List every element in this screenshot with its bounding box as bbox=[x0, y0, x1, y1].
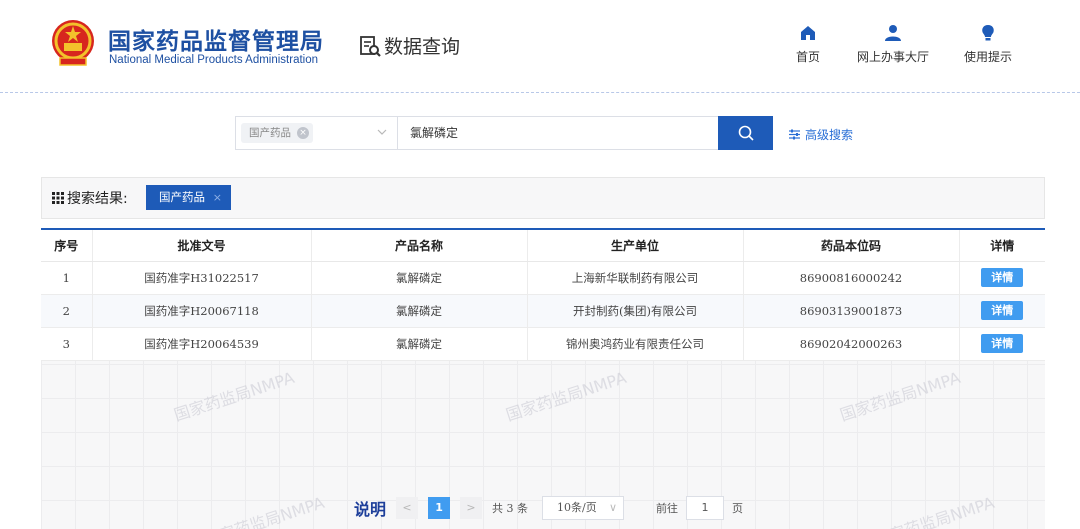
cell-detail: 详情 bbox=[959, 261, 1045, 295]
section-title: 数据查询 bbox=[358, 32, 460, 59]
cell-approval: 国药准字H31022517 bbox=[92, 261, 312, 295]
cell-detail: 详情 bbox=[959, 294, 1045, 328]
cell-no: 2 bbox=[41, 294, 93, 328]
category-tag: 国产药品 × bbox=[241, 123, 313, 143]
cell-approval: 国药准字H20064539 bbox=[92, 327, 312, 361]
results-filter-tag-label: 国产药品 bbox=[159, 190, 205, 204]
col-header-approval: 批准文号 bbox=[92, 230, 312, 262]
close-icon[interactable]: × bbox=[213, 185, 222, 210]
col-header-code: 药品本位码 bbox=[743, 230, 960, 262]
nav-usage-tips[interactable]: 使用提示 bbox=[964, 24, 1012, 65]
col-header-product: 产品名称 bbox=[311, 230, 528, 262]
next-page-button[interactable]: > bbox=[460, 497, 483, 519]
total-count: 共 3 条 bbox=[492, 502, 529, 515]
search-bar: 国产药品 × 氯解磷定 bbox=[235, 116, 773, 150]
search-icon bbox=[738, 125, 754, 141]
cell-product: 氯解磷定 bbox=[311, 294, 528, 328]
results-table: 序号 批准文号 产品名称 生产单位 药品本位码 详情 1 国药准字H310225… bbox=[41, 230, 1045, 361]
data-query-icon bbox=[360, 35, 381, 57]
cell-no: 3 bbox=[41, 327, 93, 361]
user-icon bbox=[885, 25, 901, 41]
nav-home-label: 首页 bbox=[796, 50, 821, 64]
goto-page-input[interactable]: 1 bbox=[686, 496, 725, 520]
results-title-text: 搜索结果: bbox=[67, 191, 128, 207]
cell-maker: 上海新华联制药有限公司 bbox=[527, 261, 744, 295]
nav-home[interactable]: 首页 bbox=[796, 24, 820, 65]
category-select[interactable]: 国产药品 × bbox=[235, 116, 397, 150]
results-bar: 搜索结果: 国产药品 × bbox=[41, 177, 1045, 219]
pagination-note: 说明 bbox=[354, 500, 387, 519]
watermark: 国家药监局NMPA bbox=[201, 493, 327, 529]
page-size-value: 10条/页 bbox=[557, 501, 597, 514]
nav-usage-tips-label: 使用提示 bbox=[964, 50, 1013, 64]
col-header-maker: 生产单位 bbox=[527, 230, 744, 262]
prev-page-button[interactable]: < bbox=[396, 497, 419, 519]
watermark: 国家药监局NMPA bbox=[503, 368, 629, 425]
search-button[interactable] bbox=[718, 116, 773, 150]
detail-button[interactable]: 详情 bbox=[981, 301, 1024, 320]
cell-no: 1 bbox=[41, 261, 93, 295]
cell-product: 氯解磷定 bbox=[311, 327, 528, 361]
results-title: 搜索结果: bbox=[52, 188, 128, 208]
lightbulb-icon bbox=[982, 25, 994, 41]
cell-detail: 详情 bbox=[959, 327, 1045, 361]
nav-online-hall[interactable]: 网上办事大厅 bbox=[857, 24, 929, 65]
goto-unit: 页 bbox=[732, 502, 744, 515]
chevron-down-icon[interactable] bbox=[375, 125, 389, 139]
grid-icon bbox=[52, 192, 64, 204]
col-header-detail: 详情 bbox=[959, 230, 1045, 262]
cell-maker: 锦州奥鸿药业有限责任公司 bbox=[527, 327, 744, 361]
filter-sliders-icon bbox=[789, 129, 800, 140]
header-divider bbox=[0, 92, 1080, 93]
table-row: 1 国药准字H31022517 氯解磷定 上海新华联制药有限公司 8690081… bbox=[41, 261, 1045, 295]
watermark: 国家药监局NMPA bbox=[171, 368, 297, 425]
search-input[interactable]: 氯解磷定 bbox=[397, 116, 719, 150]
national-emblem-icon bbox=[52, 20, 94, 66]
detail-button[interactable]: 详情 bbox=[981, 268, 1024, 287]
results-table-area: 国家药监局NMPA 国家药监局NMPA 国家药监局NMPA 国家药监局NMPA … bbox=[41, 228, 1045, 529]
advanced-search-label: 高级搜索 bbox=[805, 128, 854, 142]
cell-code: 86903139001873 bbox=[743, 294, 960, 328]
home-icon bbox=[801, 26, 815, 40]
org-name: 国家药品监督管理局 bbox=[108, 29, 324, 55]
page-size-select[interactable]: 10条/页 ∨ bbox=[542, 496, 625, 520]
cell-maker: 开封制药(集团)有限公司 bbox=[527, 294, 744, 328]
detail-button[interactable]: 详情 bbox=[981, 334, 1024, 353]
site-header: 国家药品监督管理局 National Medical Products Admi… bbox=[0, 0, 1080, 92]
cell-code: 86900816000242 bbox=[743, 261, 960, 295]
chevron-down-icon: ∨ bbox=[608, 501, 618, 514]
advanced-search-link[interactable]: 高级搜索 bbox=[789, 126, 853, 143]
table-row: 2 国药准字H20067118 氯解磷定 开封制药(集团)有限公司 869031… bbox=[41, 294, 1045, 328]
col-header-no: 序号 bbox=[41, 230, 93, 262]
cell-product: 氯解磷定 bbox=[311, 261, 528, 295]
nav-online-hall-label: 网上办事大厅 bbox=[857, 50, 930, 64]
goto-label: 前往 bbox=[656, 502, 679, 515]
cell-approval: 国药准字H20067118 bbox=[92, 294, 312, 328]
org-name-en: National Medical Products Administration bbox=[109, 54, 319, 66]
results-filter-tag[interactable]: 国产药品 × bbox=[146, 185, 231, 210]
category-tag-label: 国产药品 bbox=[249, 127, 291, 139]
table-row: 3 国药准字H20064539 氯解磷定 锦州奥鸿药业有限责任公司 869020… bbox=[41, 327, 1045, 361]
page-1-button[interactable]: 1 bbox=[428, 497, 451, 519]
watermark: 国家药监局NMPA bbox=[871, 493, 997, 529]
watermark: 国家药监局NMPA bbox=[837, 368, 963, 425]
table-header-row: 序号 批准文号 产品名称 生产单位 药品本位码 详情 bbox=[41, 230, 1045, 262]
category-tag-close-icon[interactable]: × bbox=[297, 127, 309, 139]
pagination: 说明 < 1 > 共 3 条 10条/页 ∨ 前往 1 页 bbox=[354, 495, 743, 521]
section-title-text: 数据查询 bbox=[384, 36, 461, 58]
cell-code: 86902042000263 bbox=[743, 327, 960, 361]
